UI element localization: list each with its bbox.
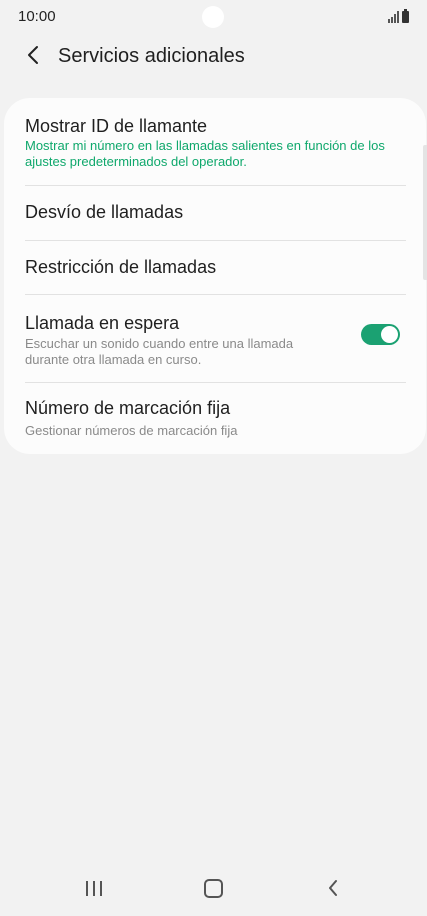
setting-fixed-dialing[interactable]: Número de marcación fija Gestionar númer…: [4, 383, 426, 451]
home-button[interactable]: [193, 874, 233, 902]
setting-title: Mostrar ID de llamante: [25, 116, 208, 136]
setting-title: Restricción de llamadas: [25, 257, 217, 277]
front-camera-cutout: [202, 6, 224, 28]
chevron-left-icon: [28, 46, 38, 64]
setting-call-waiting[interactable]: Llamada en espera Escuchar un sonido cua…: [4, 295, 426, 382]
status-icons: [388, 9, 409, 23]
setting-title: Desvío de llamadas: [25, 202, 184, 222]
recent-apps-icon: [86, 880, 102, 896]
back-icon: [329, 880, 337, 896]
battery-icon: [402, 9, 409, 23]
settings-card: Mostrar ID de llamante Mostrar mi número…: [4, 98, 426, 454]
page-title: Servicios adicionales: [58, 45, 245, 67]
setting-call-barring[interactable]: Restricción de llamadas: [4, 241, 426, 294]
back-button[interactable]: [18, 40, 48, 70]
home-icon: [203, 878, 223, 898]
nav-back-button[interactable]: [313, 874, 353, 902]
signal-icon: [388, 11, 399, 23]
setting-subtitle: Escuchar un sonido cuando entre una llam…: [25, 336, 294, 367]
recent-apps-button[interactable]: [74, 874, 114, 902]
phone-screen: 10:00 Servicios adicionales Mostrar ID d…: [0, 0, 427, 916]
setting-caller-id[interactable]: Mostrar ID de llamante Mostrar mi número…: [4, 98, 426, 185]
setting-call-forwarding[interactable]: Desvío de llamadas: [4, 186, 426, 240]
setting-subtitle: Mostrar mi número en las llamadas salien…: [25, 138, 385, 169]
navigation-bar: [0, 860, 427, 916]
setting-subtitle: Gestionar números de marcación fija: [25, 423, 238, 438]
edge-panel-handle[interactable]: [423, 145, 427, 280]
call-waiting-toggle[interactable]: [361, 324, 400, 345]
status-bar: 10:00: [0, 0, 427, 34]
toggle-knob: [381, 326, 398, 343]
app-header: Servicios adicionales: [0, 36, 427, 76]
status-time: 10:00: [18, 8, 56, 25]
setting-title: Llamada en espera: [25, 313, 180, 333]
setting-title: Número de marcación fija: [25, 398, 231, 418]
